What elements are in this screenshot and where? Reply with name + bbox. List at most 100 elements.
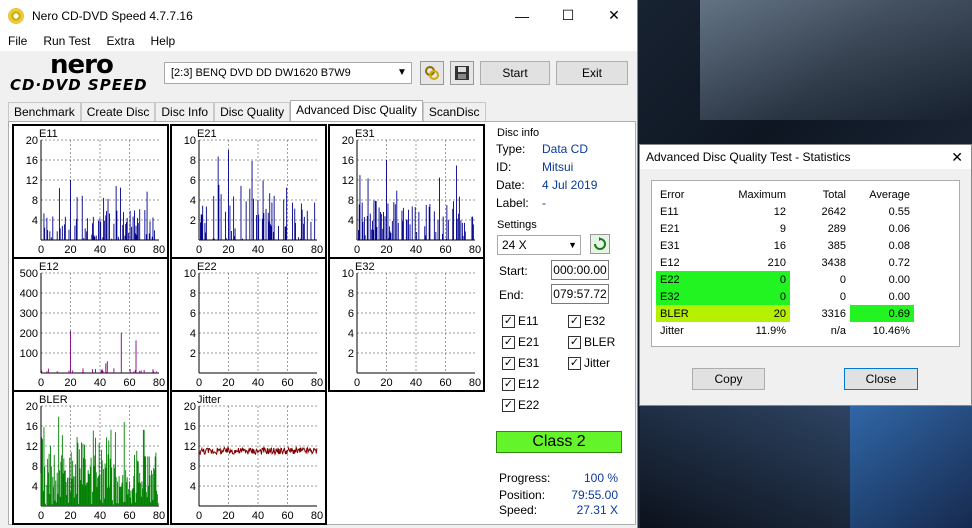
checkbox-e22[interactable]: ✓ E22 xyxy=(502,398,539,412)
end-time-input[interactable]: 079:57.72 xyxy=(551,284,609,304)
y-tick-label: 12 xyxy=(26,175,38,187)
title-bar[interactable]: Nero CD-DVD Speed 4.7.7.16 — ☐ ✕ xyxy=(0,0,637,31)
close-icon[interactable]: ✕ xyxy=(951,145,963,169)
drive-info-button[interactable] xyxy=(420,61,444,85)
y-tick-label: 2 xyxy=(190,215,196,227)
tab-create-disc[interactable]: Create Disc xyxy=(80,102,156,122)
chart-e22: 2 4 6 8 10 0 20 40 60 80 E22 xyxy=(170,257,327,392)
disc-info-title: Disc info xyxy=(497,127,540,139)
x-tick-label: 80 xyxy=(153,377,165,389)
chart-title: E21 xyxy=(197,128,217,140)
save-button[interactable] xyxy=(450,61,474,85)
statistics-table: Error Maximum Total Average E11 12 2642 0.5… xyxy=(651,180,960,347)
y-tick-label: 8 xyxy=(190,288,196,300)
x-tick-label: 60 xyxy=(281,510,293,522)
checkbox-jitter[interactable]: ✓ Jitter xyxy=(568,356,610,370)
disc-class-badge: Class 2 xyxy=(496,431,622,453)
chevron-down-icon: ▼ xyxy=(397,67,407,78)
menu-run-test[interactable]: Run Test xyxy=(35,34,98,48)
tab-bar: Benchmark Create Disc Disc Info Disc Qua… xyxy=(8,100,486,122)
chart-e32: 2 4 6 8 10 0 20 40 60 80 E32 xyxy=(328,257,485,392)
date-label: Date: xyxy=(496,178,525,192)
check-icon: ✓ xyxy=(502,398,515,412)
start-button[interactable]: Start xyxy=(480,61,550,85)
check-icon: ✓ xyxy=(502,356,515,370)
check-icon: ✓ xyxy=(502,314,515,328)
tab-advanced-disc-quality[interactable]: Advanced Disc Quality xyxy=(290,100,423,122)
x-tick-label: 20 xyxy=(380,377,392,389)
tab-scandisc[interactable]: ScanDisc xyxy=(422,102,486,122)
x-tick-label: 0 xyxy=(354,377,360,389)
checkbox-e32[interactable]: ✓ E32 xyxy=(568,314,605,328)
x-tick-label: 80 xyxy=(469,244,481,256)
table-row: BLER 20 3316 0.69 xyxy=(656,305,914,322)
y-tick-label: 4 xyxy=(348,215,354,227)
check-icon: ✓ xyxy=(568,356,581,370)
check-icon: ✓ xyxy=(568,314,581,328)
check-icon: ✓ xyxy=(568,335,581,349)
close-button[interactable]: ✕ xyxy=(591,0,637,31)
date-value: 4 Jul 2019 xyxy=(542,178,598,192)
x-tick-label: 80 xyxy=(469,377,481,389)
exit-button[interactable]: Exit xyxy=(556,61,628,85)
x-tick-label: 40 xyxy=(410,377,422,389)
tab-disc-quality[interactable]: Disc Quality xyxy=(214,102,291,122)
y-tick-label: 4 xyxy=(190,195,196,207)
position-label: Position: xyxy=(499,488,546,502)
check-icon: ✓ xyxy=(502,335,515,349)
drive-select[interactable]: [2:3] BENQ DVD DD DW1620 B7W9 ▼ xyxy=(164,62,412,84)
y-tick-label: 400 xyxy=(20,288,38,300)
x-tick-label: 40 xyxy=(252,510,264,522)
checkbox-bler[interactable]: ✓ BLER xyxy=(568,335,615,349)
table-row: E12 210 3438 0.72 xyxy=(660,256,910,269)
checkbox-e21[interactable]: ✓ E21 xyxy=(502,335,539,349)
drive-select-value: [2:3] BENQ DVD DD DW1620 B7W9 xyxy=(171,67,351,79)
minimize-button[interactable]: — xyxy=(499,0,545,31)
position-value: 79:55.00 xyxy=(571,488,618,502)
start-time-input[interactable]: 000:00.00 xyxy=(551,260,609,280)
type-label: Type: xyxy=(496,142,526,156)
close-dialog-button[interactable]: Close xyxy=(844,368,918,390)
y-tick-label: 10 xyxy=(184,135,196,147)
table-row: Jitter 11.9% n/a 10.46% xyxy=(660,324,910,337)
refresh-speed-button[interactable] xyxy=(590,234,610,254)
speed-select[interactable]: 24 X ▼ xyxy=(497,235,581,255)
copy-button[interactable]: Copy xyxy=(692,368,765,390)
y-tick-label: 100 xyxy=(20,348,38,360)
y-tick-label: 8 xyxy=(190,155,196,167)
x-tick-label: 60 xyxy=(439,377,451,389)
chart-title: E31 xyxy=(355,128,375,140)
y-tick-label: 4 xyxy=(190,481,196,493)
menu-help[interactable]: Help xyxy=(143,34,184,48)
maximize-button[interactable]: ☐ xyxy=(545,0,591,31)
label-value: - xyxy=(542,196,546,210)
y-tick-label: 20 xyxy=(26,401,38,413)
y-tick-label: 4 xyxy=(348,328,354,340)
table-row: E11 12 2642 0.55 xyxy=(660,205,910,218)
table-row: E32 0 0 0.00 xyxy=(656,288,914,305)
checkbox-e31[interactable]: ✓ E31 xyxy=(502,356,539,370)
x-tick-label: 0 xyxy=(38,244,44,256)
x-tick-label: 60 xyxy=(123,377,135,389)
progress-label: Progress: xyxy=(499,471,551,485)
dialog-title-bar[interactable]: Advanced Disc Quality Test - Statistics … xyxy=(640,145,971,169)
x-tick-label: 60 xyxy=(123,510,135,522)
y-tick-label: 12 xyxy=(342,175,354,187)
y-tick-label: 8 xyxy=(348,288,354,300)
y-tick-label: 16 xyxy=(26,421,38,433)
chart-bler: 4 8 12 16 20 0 20 40 60 80 BLER xyxy=(12,390,169,525)
tab-disc-info[interactable]: Disc Info xyxy=(155,102,215,122)
id-label: ID: xyxy=(496,160,512,174)
y-tick-label: 12 xyxy=(184,441,196,453)
x-tick-label: 60 xyxy=(281,244,293,256)
x-tick-label: 0 xyxy=(196,510,202,522)
menu-extra[interactable]: Extra xyxy=(98,34,142,48)
menu-bar: File Run Test Extra Help xyxy=(0,31,637,51)
checkbox-e11[interactable]: ✓ E11 xyxy=(502,314,538,328)
y-tick-label: 4 xyxy=(32,215,38,227)
progress-value: 100 % xyxy=(583,471,618,485)
menu-file[interactable]: File xyxy=(0,34,35,48)
x-tick-label: 20 xyxy=(64,377,76,389)
checkbox-e12[interactable]: ✓ E12 xyxy=(502,377,539,391)
tab-benchmark[interactable]: Benchmark xyxy=(8,102,81,122)
